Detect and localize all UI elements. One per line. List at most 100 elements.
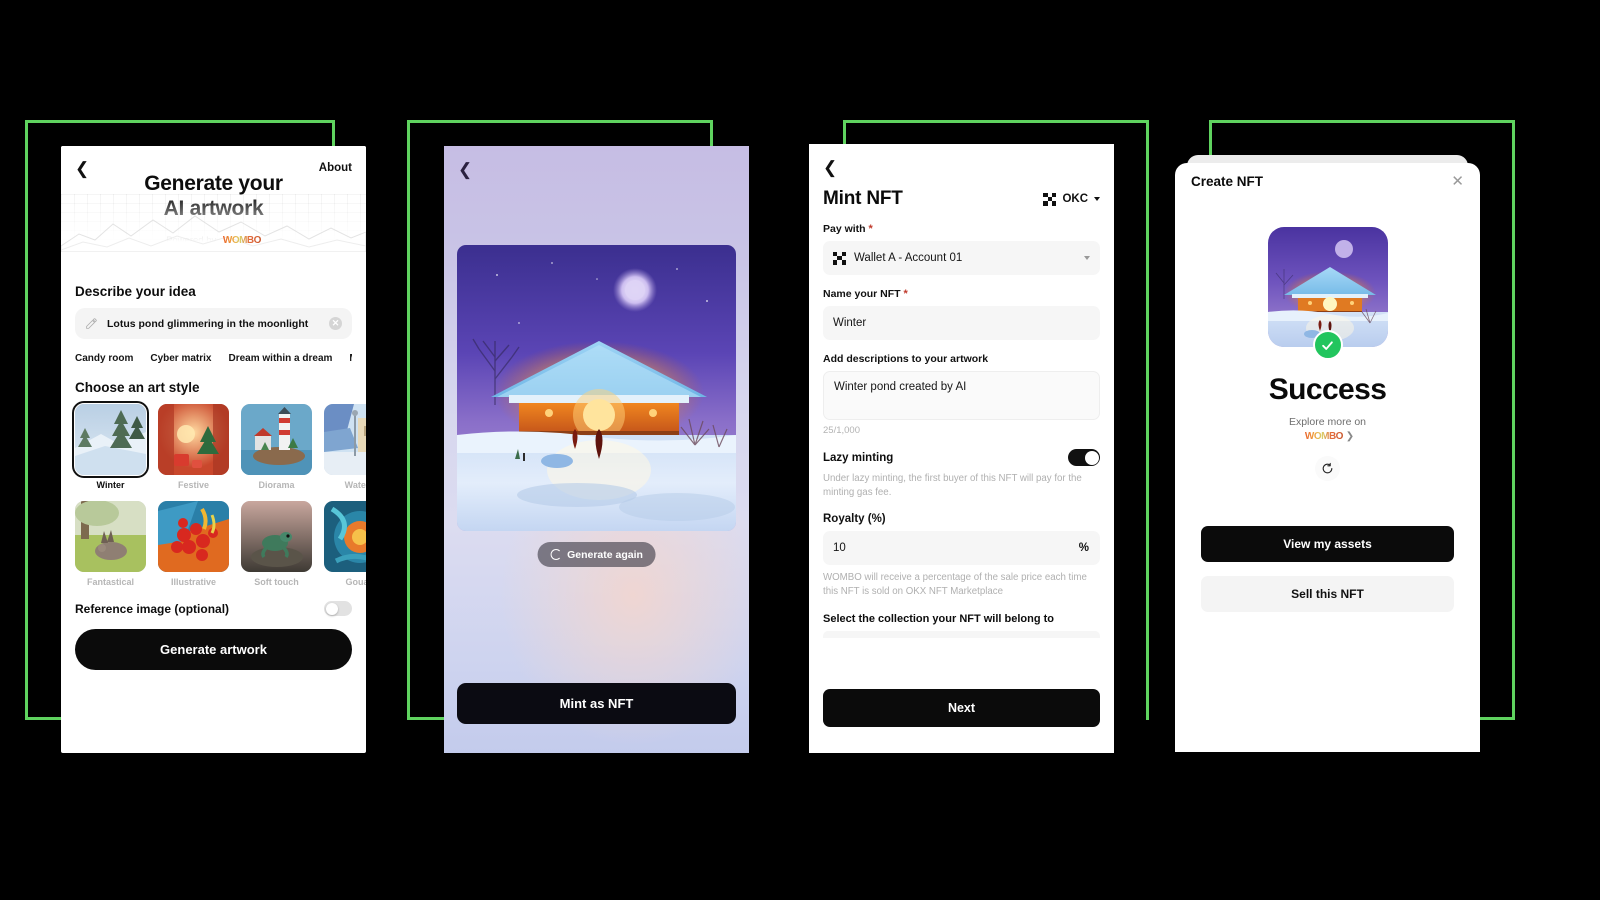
describe-idea-title: Describe your idea: [75, 284, 196, 299]
generate-again-label: Generate again: [567, 548, 643, 561]
success-content: Success Explore more on WOMBO ❯: [1191, 227, 1464, 482]
description-counter: 25/1,000: [823, 425, 860, 436]
lazy-minting-hint: Under lazy minting, the first buyer of t…: [823, 473, 1082, 499]
chain-selector[interactable]: OKC: [1043, 192, 1100, 206]
refresh-button[interactable]: [1315, 456, 1340, 482]
style-option-winter[interactable]: Winter: [72, 401, 149, 490]
check-glyph-icon: [1322, 340, 1333, 350]
wombo-logo: WOMBO: [1304, 431, 1344, 442]
style-label: Waterc: [344, 480, 366, 490]
style-thumbnail: [241, 501, 312, 572]
suggestion-chip-row[interactable]: Candy room Cyber matrix Dream within a d…: [75, 353, 352, 364]
style-label: Festive: [177, 480, 210, 490]
nft-description-value: Winter pond created by AI: [834, 381, 967, 393]
suggestion-chip[interactable]: Cyber matrix: [150, 353, 211, 364]
style-label: Diorama: [258, 480, 295, 490]
style-label: Illustrative: [170, 577, 217, 587]
wallet-select[interactable]: Wallet A - Account 01: [823, 241, 1100, 275]
illustrative-thumb-icon: [158, 501, 229, 572]
back-button[interactable]: ❮: [75, 160, 89, 177]
success-title: Success: [1268, 373, 1387, 406]
description-label: Add descriptions to your artwork: [823, 353, 989, 365]
style-option-watercolor[interactable]: Waterc: [324, 404, 366, 490]
back-button[interactable]: ❮: [823, 158, 837, 178]
close-icon[interactable]: ✕: [1451, 174, 1464, 189]
reference-image-label: Reference image (optional): [75, 601, 230, 616]
nft-name-input[interactable]: Winter: [823, 306, 1100, 340]
next-button[interactable]: Next: [823, 689, 1100, 727]
screenshot-stage: ❮ About Generate your AI artwork Powered…: [0, 0, 1600, 900]
suggestion-chip[interactable]: Candy room: [75, 353, 133, 364]
explore-more-label: Explore more on: [1288, 416, 1367, 428]
style-thumbnail: [324, 501, 366, 572]
royalty-input[interactable]: 10 %: [823, 531, 1100, 566]
collection-label: Select the collection your NFT will belo…: [823, 613, 1055, 626]
back-button[interactable]: ❮: [458, 160, 472, 180]
pay-with-text: Pay with: [823, 223, 866, 235]
style-label: Fantastical: [86, 577, 135, 587]
royalty-value: 10: [833, 542, 846, 555]
chevron-down-icon: [1084, 256, 1090, 260]
suggestion-chip[interactable]: Mach: [349, 353, 352, 364]
refresh-icon: [1322, 462, 1333, 474]
toggle-knob: [1084, 450, 1099, 465]
prompt-input[interactable]: Lotus pond glimmering in the moonlight ✕: [75, 308, 352, 339]
style-label: Gouac: [345, 577, 366, 587]
panel1-body: Describe your idea Lotus pond glimmering…: [61, 274, 366, 670]
wallet-value: Wallet A - Account 01: [854, 252, 963, 264]
style-thumbnail: [158, 501, 229, 572]
style-label: Winter: [96, 480, 125, 490]
chain-label: OKC: [1062, 193, 1088, 205]
collection-select[interactable]: [823, 631, 1100, 639]
suggestion-chip[interactable]: Dream within a dream: [228, 353, 332, 364]
mountain-backdrop-icon: [61, 194, 366, 274]
chevron-right-icon: ❯: [1345, 431, 1355, 443]
art-style-grid: Winter Festive Diorama Wate Fantastical …: [72, 401, 366, 587]
style-thumbnail: [241, 404, 312, 475]
generated-artwork-image[interactable]: [457, 245, 736, 531]
style-thumbnail: [75, 501, 146, 572]
page-title: Mint NFT: [823, 188, 903, 209]
prompt-value: Lotus pond glimmering in the moonlight: [107, 317, 309, 330]
style-option-festive[interactable]: Festive: [158, 404, 229, 490]
panel-mint-nft: ❮ Mint NFT OKC Pay with * Wallet A - Acc…: [809, 144, 1114, 753]
name-nft-label: Name your NFT *: [823, 288, 1100, 300]
style-option-soft-touch[interactable]: Soft touch: [241, 501, 312, 587]
royalty-label: Royalty (%): [823, 513, 886, 526]
winter-pond-artwork-icon: [457, 245, 736, 531]
clear-prompt-icon[interactable]: ✕: [329, 317, 342, 330]
sell-this-nft-button[interactable]: Sell this NFT: [1201, 576, 1454, 613]
panel-generated-result: ❮ Generate again Mint as NFT: [444, 146, 749, 753]
modal-header: Create NFT ✕: [1191, 174, 1464, 189]
style-option-illustrative[interactable]: Illustrative: [158, 501, 229, 587]
check-circle-icon: [1312, 330, 1343, 360]
lazy-minting-label: Lazy minting: [823, 451, 894, 464]
diorama-thumb-icon: [241, 404, 312, 475]
nft-description-input[interactable]: Winter pond created by AI: [823, 371, 1100, 420]
generate-artwork-button[interactable]: Generate artwork: [75, 629, 352, 670]
panel-generate-artwork: ❮ About Generate your AI artwork Powered…: [61, 146, 366, 753]
lazy-minting-toggle[interactable]: [1068, 449, 1100, 466]
modal-title: Create NFT: [1191, 174, 1264, 189]
generate-again-button[interactable]: Generate again: [537, 542, 656, 567]
view-my-assets-button[interactable]: View my assets: [1201, 526, 1454, 563]
style-option-diorama[interactable]: Diorama: [241, 404, 312, 490]
watercolor-thumb-icon: [324, 404, 366, 475]
panel-create-nft-success: Create NFT ✕ Success Explore more on WOM…: [1175, 163, 1480, 752]
required-marker: *: [868, 223, 873, 235]
okx-mark-icon: [833, 251, 846, 265]
style-option-fantastical[interactable]: Fantastical: [75, 501, 146, 587]
nft-thumbnail: [1267, 227, 1388, 347]
about-button[interactable]: About: [319, 162, 352, 174]
style-thumbnail: [324, 404, 366, 475]
royalty-hint: WOMBO will receive a percentage of the s…: [823, 572, 1087, 598]
explore-brand-link[interactable]: WOMBO ❯: [1191, 431, 1464, 442]
style-option-gouache[interactable]: Gouac: [324, 501, 366, 587]
style-thumbnail: [72, 401, 149, 478]
pay-with-label: Pay with *: [823, 223, 1100, 235]
fantastical-thumb-icon: [75, 501, 146, 572]
mint-as-nft-button[interactable]: Mint as NFT: [457, 683, 736, 724]
panel1-hero: ❮ About Generate your AI artwork Powered…: [61, 146, 366, 274]
pencil-icon: [86, 318, 97, 329]
reference-image-toggle[interactable]: [324, 601, 352, 616]
